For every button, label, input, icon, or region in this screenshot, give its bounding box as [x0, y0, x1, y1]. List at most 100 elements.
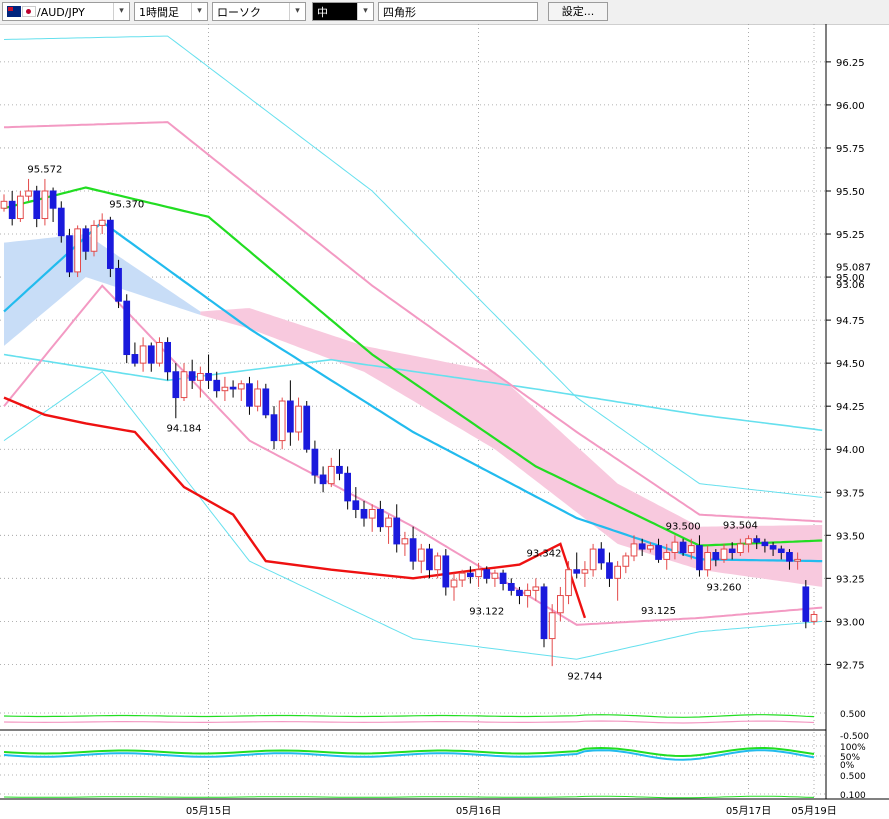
- candle: [360, 508, 368, 519]
- candle: [491, 572, 499, 579]
- candle: [17, 195, 24, 220]
- symbol-label: AUD/JPY: [40, 6, 85, 19]
- candle: [655, 545, 662, 560]
- price-annotation: 93.504: [723, 521, 758, 532]
- candle: [426, 548, 433, 571]
- candle: [0, 200, 8, 209]
- price-annotation: 93.122: [469, 606, 504, 617]
- price-annotation: 95.572: [27, 165, 62, 176]
- candle: [720, 548, 728, 560]
- candle: [810, 613, 818, 622]
- candle: [197, 372, 204, 381]
- candle: [647, 545, 654, 550]
- timeframe-select[interactable]: 1時間足 ▾: [134, 2, 208, 21]
- y-tick-label: 93.00: [836, 617, 865, 628]
- candle: [344, 472, 352, 502]
- y-tick-label: 93.50: [836, 531, 865, 542]
- japan-flag-icon: [22, 6, 36, 17]
- oscillator-bottom-trace: [3, 795, 815, 799]
- candle: [409, 538, 417, 562]
- y-tick-label: 93.25: [836, 574, 865, 585]
- y-tick-label: 94.75: [836, 316, 865, 327]
- candle: [33, 190, 41, 220]
- candle: [131, 354, 139, 364]
- candle: [687, 545, 695, 554]
- y-tick-label: 95.75: [836, 144, 865, 155]
- candle: [753, 538, 761, 543]
- candle: [630, 543, 638, 557]
- candle: [188, 371, 196, 381]
- current-price-label: 93.06: [836, 280, 865, 291]
- candle: [139, 345, 147, 364]
- candle: [557, 595, 564, 614]
- chevron-down-icon: ▾: [289, 3, 305, 20]
- candle: [467, 572, 474, 578]
- x-tick-label: 05月17日: [726, 805, 771, 817]
- y-tick-label: 94.25: [836, 402, 865, 413]
- candle: [311, 448, 319, 476]
- candle: [221, 386, 229, 392]
- candle: [49, 190, 57, 209]
- candle: [663, 552, 671, 560]
- symbol-select[interactable]: /AUD/JPY ▾: [2, 2, 130, 21]
- candle: [82, 228, 90, 252]
- x-tick-label: 05月19日: [791, 805, 836, 817]
- chart-style-label: ローソク: [217, 6, 261, 19]
- candle: [745, 538, 752, 545]
- candle: [213, 379, 221, 392]
- x-tick-label: 05月16日: [456, 805, 501, 817]
- size-select[interactable]: 中 ▾: [312, 2, 374, 21]
- candle: [90, 224, 98, 252]
- candle: [524, 589, 531, 597]
- candle: [180, 371, 188, 399]
- oscillator-green-trace: [3, 714, 815, 718]
- candle: [606, 562, 613, 579]
- candle: [8, 200, 16, 220]
- candle: [246, 383, 253, 407]
- candle: [377, 508, 384, 528]
- candle: [450, 579, 458, 588]
- candle: [532, 586, 540, 591]
- oscillator-label: 0%: [840, 761, 855, 771]
- price-annotation: 95.370: [109, 199, 144, 210]
- candle: [777, 548, 785, 554]
- candle: [728, 548, 736, 554]
- candle: [172, 371, 180, 399]
- price-chart[interactable]: 95.572 95.370 94.184 93.342 93.122 92.744 93.1…: [0, 24, 889, 819]
- candle: [368, 508, 376, 519]
- current-price-label: 95.087: [836, 263, 871, 274]
- candle: [794, 558, 801, 562]
- candle: [475, 569, 482, 578]
- chevron-down-icon: ▾: [191, 3, 207, 20]
- candle: [581, 569, 589, 574]
- candle: [262, 388, 270, 416]
- candle: [597, 548, 605, 564]
- candle: [589, 548, 597, 571]
- candle: [516, 589, 523, 597]
- price-annotation: 93.260: [707, 583, 742, 594]
- y-tick-label: 94.00: [836, 445, 865, 456]
- candle: [295, 405, 302, 433]
- settings-button[interactable]: 設定...: [548, 2, 608, 21]
- oscillator-label: -0.500: [840, 732, 869, 742]
- candle: [25, 190, 32, 197]
- price-annotation: 93.342: [527, 548, 562, 559]
- candle: [319, 474, 327, 485]
- toolbar: /AUD/JPY ▾ 1時間足 ▾ ローソク ▾ 中 ▾ 四角形 設定...: [0, 0, 889, 25]
- oscillator-label: 0.500: [840, 772, 866, 782]
- price-annotation: 93.500: [666, 521, 701, 532]
- candle: [548, 612, 556, 640]
- candle: [458, 572, 466, 581]
- drawing-tool-field[interactable]: 四角形: [378, 2, 538, 21]
- candle: [352, 500, 360, 510]
- chart-style-select[interactable]: ローソク ▾: [212, 2, 306, 21]
- candle: [565, 569, 572, 597]
- price-annotation: 94.184: [167, 424, 202, 435]
- candle: [278, 400, 286, 442]
- oscillator-panel: 0.500-0.500100%50%0%0.5000.100: [0, 710, 869, 801]
- candle: [164, 341, 171, 373]
- candle: [287, 400, 294, 433]
- candle: [573, 569, 581, 574]
- candle: [614, 565, 621, 579]
- chevron-down-icon: ▾: [357, 3, 373, 20]
